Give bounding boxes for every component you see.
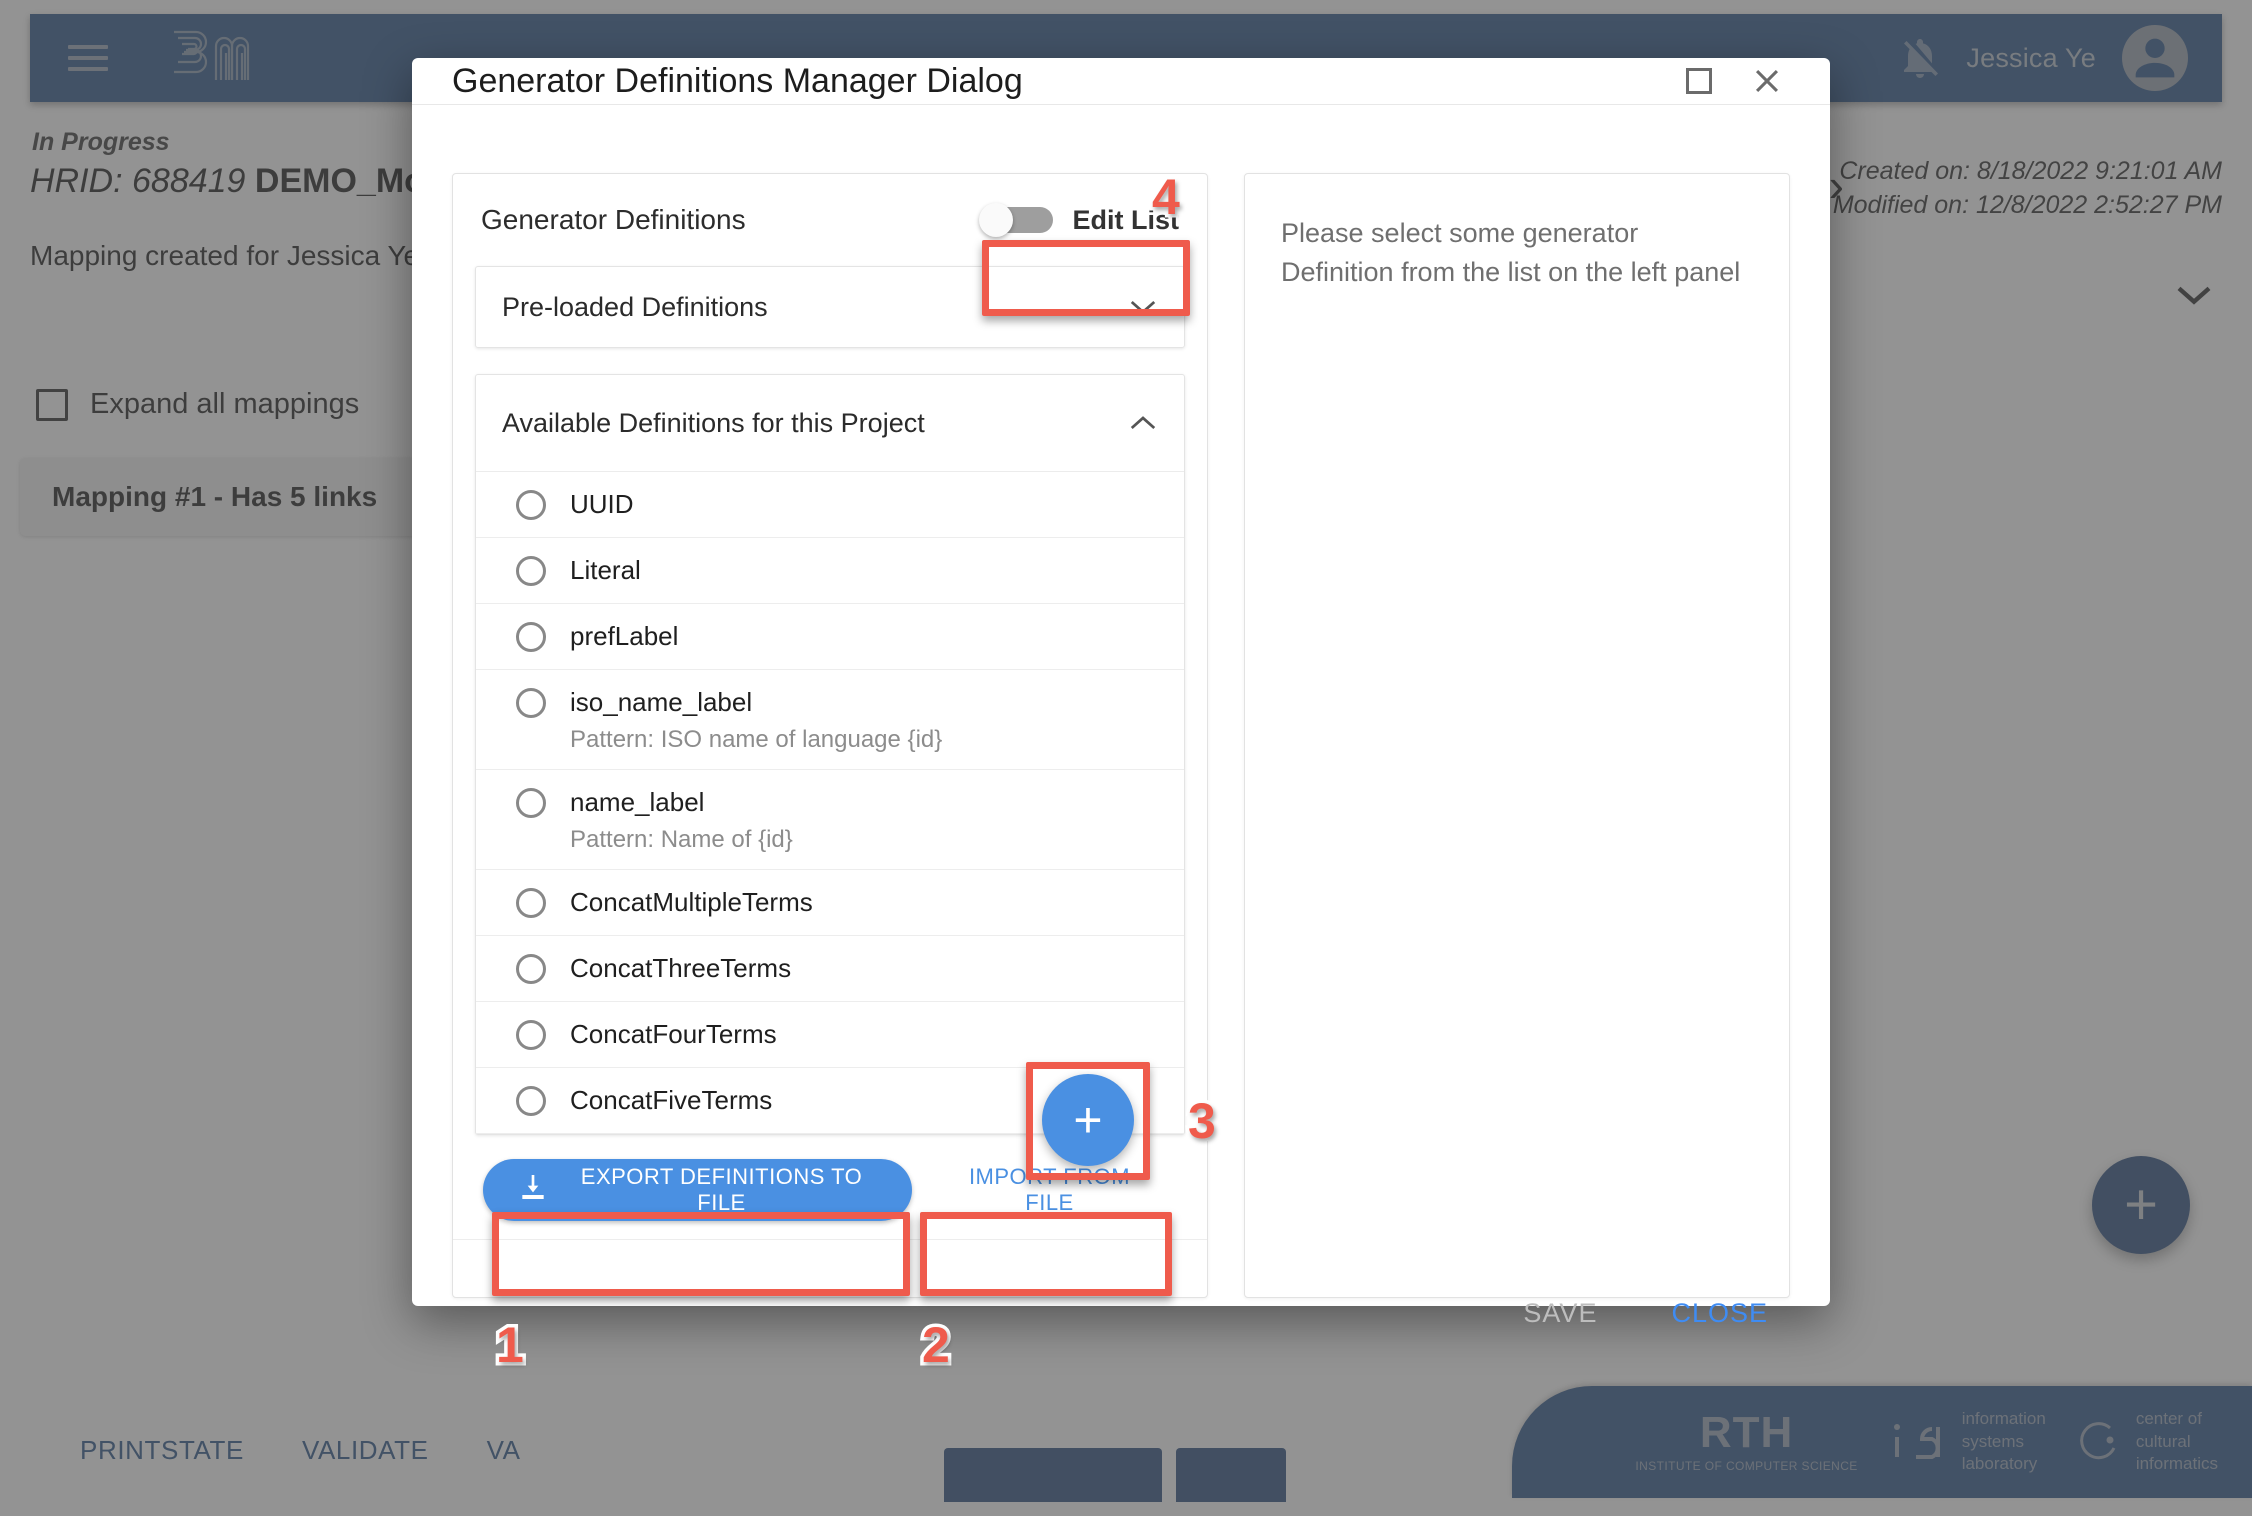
chevron-down-icon[interactable] (1128, 296, 1158, 318)
dialog-footer: SAVE CLOSE (412, 1298, 1830, 1329)
empty-state-message: Please select some generator Definition … (1281, 214, 1753, 292)
radio-icon[interactable] (516, 1086, 546, 1116)
available-accordion-header[interactable]: Available Definitions for this Project (476, 375, 1184, 471)
export-button-label: EXPORT DEFINITIONS TO FILE (565, 1164, 878, 1216)
radio-icon[interactable] (516, 490, 546, 520)
list-item[interactable]: prefLabel (476, 604, 1184, 670)
preloaded-definitions-accordion[interactable]: Pre-loaded Definitions (475, 266, 1185, 348)
edit-list-label: Edit List (1073, 205, 1180, 236)
definition-label: UUID (570, 486, 634, 523)
radio-icon[interactable] (516, 556, 546, 586)
dialog-title: Generator Definitions Manager Dialog (452, 62, 1023, 101)
export-definitions-button[interactable]: EXPORT DEFINITIONS TO FILE (483, 1159, 912, 1221)
definition-pattern: Pattern: Name of {id} (570, 823, 793, 857)
definition-label: prefLabel (570, 618, 678, 655)
add-definition-fab[interactable]: + (1042, 1074, 1134, 1166)
list-item[interactable]: ConcatThreeTerms (476, 936, 1184, 1002)
radio-icon[interactable] (516, 1020, 546, 1050)
definition-detail-panel: Please select some generator Definition … (1244, 173, 1790, 1298)
list-item[interactable]: ConcatMultipleTerms (476, 870, 1184, 936)
dialog-header: Generator Definitions Manager Dialog (412, 58, 1830, 105)
edit-list-toggle[interactable] (979, 203, 1055, 237)
list-item[interactable]: iso_name_label Pattern: ISO name of lang… (476, 670, 1184, 770)
panel-title: Generator Definitions (481, 204, 746, 236)
radio-icon[interactable] (516, 954, 546, 984)
edit-list-control[interactable]: Edit List (979, 203, 1180, 237)
close-button[interactable]: CLOSE (1671, 1298, 1768, 1329)
radio-icon[interactable] (516, 622, 546, 652)
list-item[interactable]: name_label Pattern: Name of {id} (476, 770, 1184, 870)
preloaded-accordion-header[interactable]: Pre-loaded Definitions (476, 267, 1184, 347)
radio-icon[interactable] (516, 688, 546, 718)
definition-label: iso_name_label (570, 684, 942, 721)
panel-footer-divider (453, 1239, 1207, 1297)
available-definitions-accordion: Available Definitions for this Project U… (475, 374, 1185, 1135)
definitions-list[interactable]: UUID Literal prefLabel (476, 471, 1184, 1134)
list-item[interactable]: ConcatFourTerms (476, 1002, 1184, 1068)
definition-label: ConcatMultipleTerms (570, 884, 813, 921)
list-item[interactable]: UUID (476, 472, 1184, 538)
definition-label: name_label (570, 784, 793, 821)
preloaded-accordion-title: Pre-loaded Definitions (502, 292, 768, 323)
import-from-file-button[interactable]: IMPORT FROM FILE (922, 1159, 1177, 1221)
definition-label: Literal (570, 552, 641, 589)
available-accordion-title: Available Definitions for this Project (502, 408, 925, 439)
definition-label: ConcatFourTerms (570, 1016, 777, 1053)
download-icon (517, 1171, 549, 1209)
definition-pattern: Pattern: ISO name of language {id} (570, 723, 942, 757)
radio-icon[interactable] (516, 788, 546, 818)
save-button[interactable]: SAVE (1523, 1298, 1597, 1329)
close-icon[interactable] (1744, 58, 1790, 104)
chevron-up-icon[interactable] (1128, 412, 1158, 434)
screen: Jessica Ye In Progress HRID: 688419 DEMO… (0, 0, 2252, 1516)
list-item[interactable]: Literal (476, 538, 1184, 604)
plus-icon: + (1073, 1095, 1102, 1145)
maximize-icon[interactable] (1676, 58, 1722, 104)
radio-icon[interactable] (516, 888, 546, 918)
definition-label: ConcatThreeTerms (570, 950, 791, 987)
definition-label: ConcatFiveTerms (570, 1082, 772, 1119)
panel-header: Generator Definitions Edit List (453, 174, 1207, 266)
